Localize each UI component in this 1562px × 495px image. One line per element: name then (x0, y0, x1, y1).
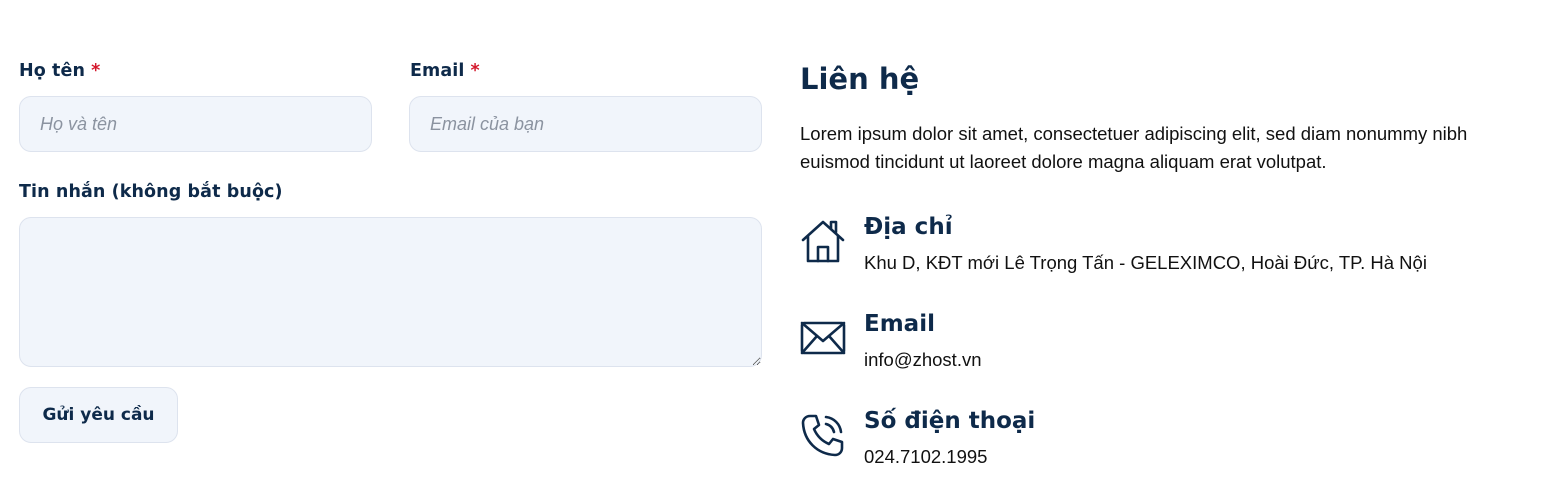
contact-title: Liên hệ (800, 62, 920, 96)
name-input[interactable] (19, 96, 372, 152)
contact-form: Họ tên* Email* Tin nhắn (không bắt buộc)… (19, 0, 762, 495)
phone-icon (801, 414, 844, 457)
phone-title: Số điện thoại (864, 408, 1036, 434)
name-label-text: Họ tên (19, 61, 86, 81)
address-value: Khu D, KĐT mới Lê Trọng Tấn - GELEXIMCO,… (864, 252, 1427, 273)
address-item: Địa chỉ Khu D, KĐT mới Lê Trọng Tấn - GE… (800, 214, 1540, 288)
required-mark: * (91, 61, 101, 81)
address-title: Địa chỉ (864, 214, 953, 240)
email-title: Email (864, 311, 935, 337)
email-input[interactable] (409, 96, 762, 152)
house-icon (801, 220, 845, 263)
message-textarea[interactable] (19, 217, 762, 367)
envelope-icon (800, 321, 846, 355)
submit-button[interactable]: Gửi yêu cầu (19, 387, 178, 443)
contact-description: Lorem ipsum dolor sit amet, consectetuer… (800, 123, 1468, 172)
email-label: Email * (410, 61, 480, 81)
email-item: Email info@zhost.vn (800, 311, 1540, 385)
email-value[interactable]: info@zhost.vn (864, 349, 982, 371)
message-label: Tin nhắn (không bắt buộc) (19, 182, 283, 202)
required-mark: * (470, 61, 480, 81)
phone-item: Số điện thoại 024.7102.1995 (800, 408, 1540, 482)
contact-section: Liên hệ Lorem ipsum dolor sit amet, cons… (800, 0, 1540, 495)
name-label: Họ tên * (19, 61, 100, 81)
email-label-text: Email (410, 61, 465, 81)
phone-value[interactable]: 024.7102.1995 (864, 446, 987, 468)
